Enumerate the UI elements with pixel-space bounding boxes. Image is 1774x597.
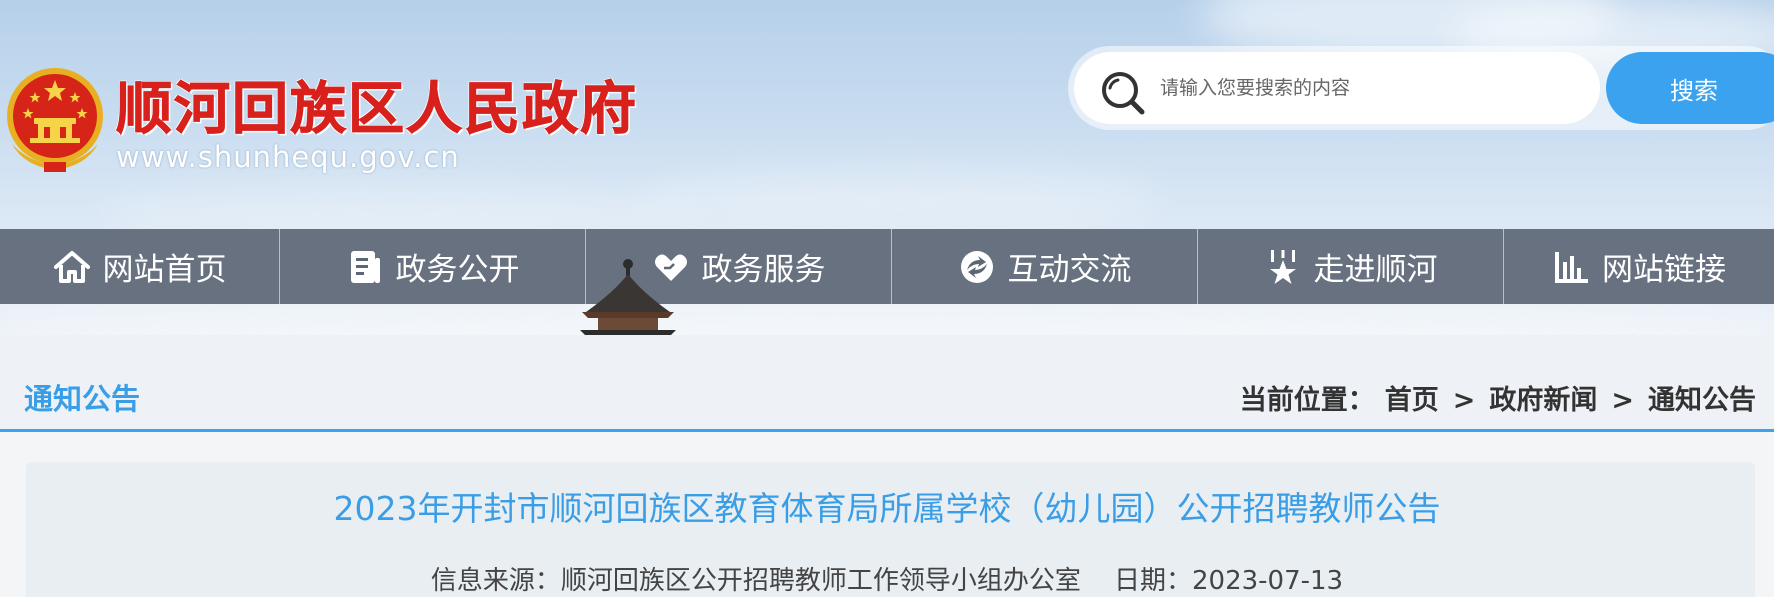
nav-item-site-links[interactable]: 网站链接 [1504, 229, 1774, 304]
breadcrumb: 当前位置： 首页 > 政府新闻 > 通知公告 [1240, 378, 1756, 417]
source-label: 信息来源： [430, 566, 561, 596]
article-source: 顺河回族区公开招聘教师工作领导小组办公室 [560, 566, 1081, 596]
search-icon[interactable] [1100, 70, 1146, 116]
breadcrumb-prefix: 当前位置： [1239, 385, 1375, 416]
breadcrumb-separator: > [1611, 385, 1634, 416]
article-title: 2023年开封市顺河回族区教育体育局所属学校（幼儿园）公开招聘教师公告 [333, 489, 1441, 528]
article-meta: 信息来源：顺河回族区公开招聘教师工作领导小组办公室 日期：2023-07-13 [0, 560, 1774, 597]
nav-item-label: 政务服务 [701, 252, 826, 288]
breadcrumb-link-home[interactable]: 首页 [1385, 378, 1439, 417]
site-title[interactable]: 顺河回族区人民政府 [116, 64, 638, 145]
nav-item-label: 网站链接 [1602, 252, 1726, 288]
document-icon [350, 250, 380, 283]
nav-item-about-shunhe[interactable]: 走进顺河 [1198, 229, 1504, 304]
breadcrumb-link-notices[interactable]: 通知公告 [1648, 378, 1756, 417]
nav-item-interaction[interactable]: 互动交流 [892, 229, 1198, 304]
home-icon [53, 250, 90, 283]
national-emblem-icon[interactable] [4, 66, 106, 174]
site-url: www.shunhequ.gov.cn [116, 140, 460, 174]
nav-item-home[interactable]: 网站首页 [0, 229, 280, 304]
main-nav: 网站首页 政务公开 政务服务 互动交流 走进顺河 网站链接 [0, 229, 1774, 304]
bar-chart-icon [1555, 251, 1588, 283]
search-button[interactable]: 搜索 [1606, 52, 1774, 124]
article-date: 2023-07-13 [1192, 566, 1344, 596]
nav-item-label: 政务公开 [395, 252, 520, 288]
search-input[interactable] [1160, 62, 1580, 114]
nav-item-label: 网站首页 [102, 252, 227, 288]
date-label: 日期： [1113, 566, 1192, 596]
nav-item-government-affairs[interactable]: 政务公开 [280, 229, 586, 304]
sky-cloud [640, 170, 1160, 230]
section-title: 通知公告 [24, 382, 141, 416]
nav-item-label: 走进顺河 [1313, 252, 1438, 288]
star-landmark-icon [1269, 249, 1296, 284]
breadcrumb-link-government-news[interactable]: 政府新闻 [1489, 378, 1597, 417]
nav-item-label: 互动交流 [1007, 252, 1132, 288]
sky-haze [0, 300, 1774, 335]
interaction-icon [960, 250, 993, 283]
breadcrumb-separator: > [1452, 385, 1476, 416]
